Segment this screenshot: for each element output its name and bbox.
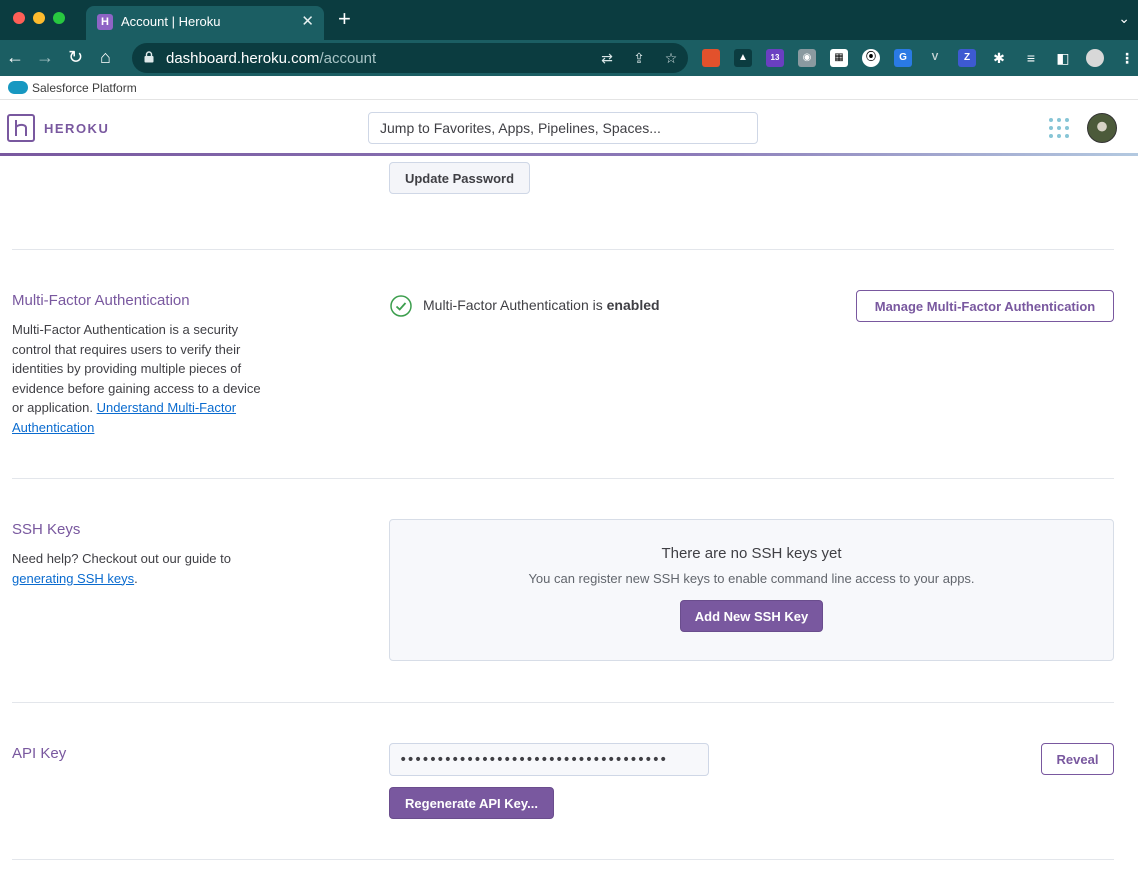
salesforce-cloud-icon [8,81,28,94]
extension-badge-icon[interactable]: 13 [766,49,784,67]
section-divider [12,478,1114,479]
tab-search-chevron-icon[interactable]: ⌄ [1118,10,1130,27]
regenerate-api-key-button[interactable]: Regenerate API Key... [389,787,554,819]
account-settings-content: Update Password Multi-Factor Authenticat… [0,156,1138,881]
extension-password-icon[interactable]: ⦿ [862,49,880,67]
heroku-logo-text[interactable]: HEROKU [44,121,109,136]
lock-icon [144,51,154,63]
forward-button[interactable]: → [36,46,54,68]
api-key-field[interactable]: •••••••••••••••••••••••••••••••••••• [389,743,709,776]
ssh-empty-title: There are no SSH keys yet [661,545,842,562]
extension-cursor-icon[interactable]: ▲ [734,49,752,67]
heroku-header: HEROKU [0,100,1138,156]
ssh-empty-state-panel: There are no SSH keys yet You can regist… [389,519,1114,661]
ssh-help-text: Need help? Checkout out our guide to [12,551,231,566]
section-divider [12,702,1114,703]
reload-button[interactable]: ↻ [68,46,83,68]
check-circle-icon [390,295,412,317]
url-domain: dashboard.heroku.com [166,50,320,67]
share-icon[interactable]: ⇪ [630,49,648,67]
user-avatar[interactable] [1087,113,1117,143]
extension-badge-count: 13 [770,53,780,62]
browser-tab-active[interactable]: H Account | Heroku ✕ [86,6,324,40]
translate-icon[interactable]: ⇄ [598,49,616,67]
global-search-input[interactable] [368,112,758,144]
mfa-status-text: Multi-Factor Authentication is enabled [423,297,660,313]
profile-avatar-icon[interactable] [1086,49,1104,67]
side-panel-icon[interactable]: ◧ [1054,49,1072,67]
browser-toolbar: ← → ↻ ⌂ dashboard.heroku.com/account ⇄ ⇪… [0,40,1138,76]
api-section-title: API Key [12,745,67,762]
heroku-logo-icon[interactable] [7,114,35,142]
update-password-button[interactable]: Update Password [389,162,530,194]
bookmarks-bar: Salesforce Platform [0,76,1138,100]
add-ssh-key-button[interactable]: Add New SSH Key [680,600,823,632]
ssh-section-title: SSH Keys [12,521,81,538]
ssh-help: Need help? Checkout out our guide to gen… [12,551,231,586]
manage-mfa-button[interactable]: Manage Multi-Factor Authentication [856,290,1114,322]
address-bar[interactable]: dashboard.heroku.com/account ⇄ ⇪ ☆ [132,43,688,73]
chrome-menu-icon[interactable]: ⋮ [1118,49,1136,67]
new-tab-button[interactable]: + [338,8,351,30]
back-button[interactable]: ← [6,46,24,68]
extensions-puzzle-icon[interactable]: ✱ [990,49,1008,67]
section-divider [12,859,1114,860]
extension-office-icon[interactable] [702,49,720,67]
mfa-section-title: Multi-Factor Authentication [12,292,190,309]
apps-grid-icon[interactable] [1049,118,1069,138]
mfa-description: Multi-Factor Authentication is a securit… [12,320,262,437]
mfa-status-prefix: Multi-Factor Authentication is [423,297,603,313]
url-path: /account [319,50,377,67]
mfa-status-value: enabled [606,297,660,313]
ssh-guide-link[interactable]: generating SSH keys [12,571,134,586]
home-button[interactable]: ⌂ [100,46,111,68]
maximize-window-button[interactable] [53,12,65,24]
media-queue-icon[interactable]: ≡ [1022,49,1040,67]
heroku-favicon-icon: H [97,14,113,30]
minimize-window-button[interactable] [33,12,45,24]
bookmark-salesforce-platform[interactable]: Salesforce Platform [32,81,137,95]
bookmark-star-icon[interactable]: ☆ [662,49,680,67]
extension-camera-icon[interactable]: ◉ [798,49,816,67]
extension-qr-icon[interactable]: ▦ [830,49,848,67]
ssh-empty-text: You can register new SSH keys to enable … [528,571,975,586]
reveal-api-key-button[interactable]: Reveal [1041,743,1114,775]
extension-vue-icon[interactable]: V [926,49,944,67]
browser-tab-bar: H Account | Heroku ✕ + ⌄ [0,0,1138,40]
section-divider [12,249,1114,250]
close-window-button[interactable] [13,12,25,24]
tab-title: Account | Heroku [121,14,221,29]
tab-close-icon[interactable]: ✕ [301,12,314,30]
url-text: dashboard.heroku.com/account [166,50,376,67]
extension-zh-icon[interactable]: Z [958,49,976,67]
extension-translate-icon[interactable]: G [894,49,912,67]
heroku-h-glyph-icon [15,120,27,136]
